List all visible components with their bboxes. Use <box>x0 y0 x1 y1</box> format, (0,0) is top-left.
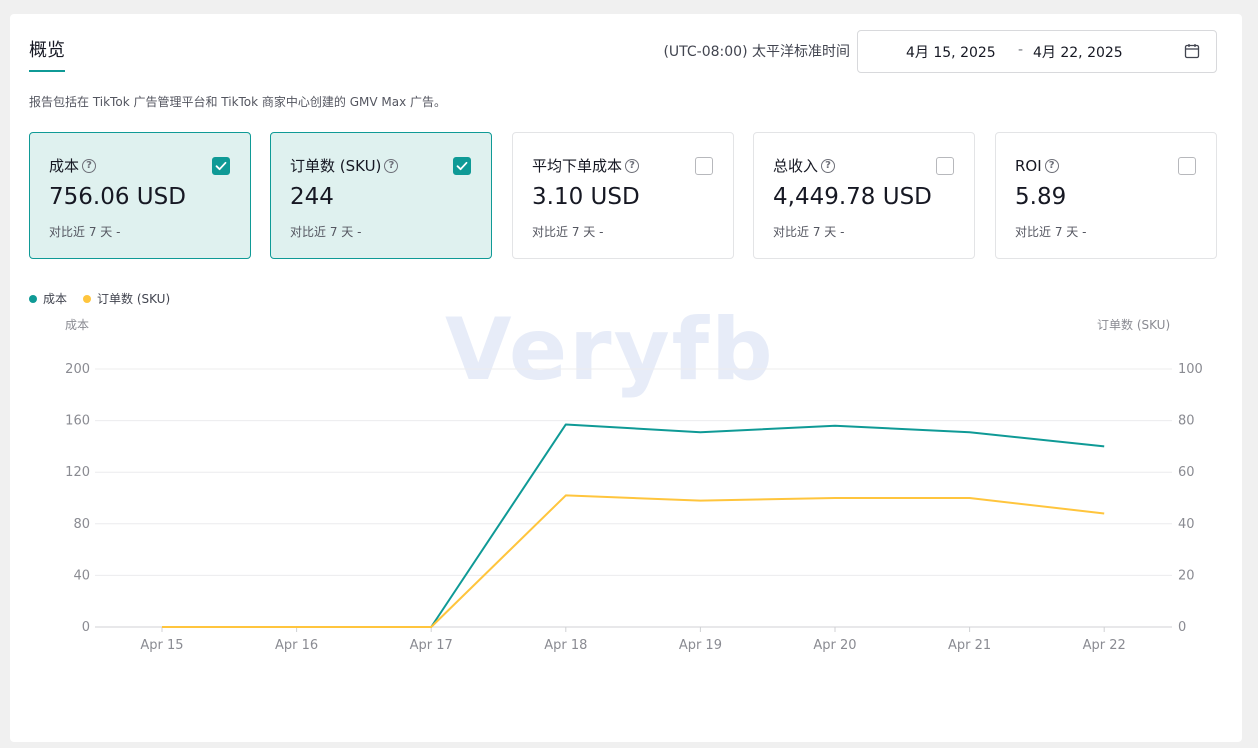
y-left-tick-label: 80 <box>73 517 90 532</box>
y-right-tick-label: 40 <box>1178 517 1195 532</box>
x-tick-label: Apr 22 <box>1083 638 1126 653</box>
y-left-tick-label: 160 <box>65 414 90 429</box>
series-line-cost <box>162 423 1105 628</box>
line-chart: 0 40 80 120 160 200 0 20 40 60 80 100 Apr 15 Apr 16 Ap… <box>65 362 1203 653</box>
x-tick-label: Apr 17 <box>410 638 453 653</box>
x-tick-label: Apr 18 <box>544 638 587 653</box>
y-right-tick-label: 100 <box>1178 362 1203 377</box>
y-left-tick-label: 0 <box>82 620 90 635</box>
y-left-tick-label: 120 <box>65 465 90 480</box>
y-right-tick-label: 60 <box>1178 465 1195 480</box>
x-tick-label: Apr 20 <box>813 638 856 653</box>
y-right-tick-label: 80 <box>1178 414 1195 429</box>
series-line-orders <box>162 494 1105 628</box>
y-right-tick-label: 20 <box>1178 568 1195 583</box>
x-tick-label: Apr 15 <box>140 638 183 653</box>
y-left-tick-label: 40 <box>73 568 90 583</box>
x-tick-label: Apr 19 <box>679 638 722 653</box>
y-right-tick-label: 0 <box>1178 620 1186 635</box>
x-tick-label: Apr 16 <box>275 638 318 653</box>
y-left-tick-label: 200 <box>65 362 90 377</box>
x-tick-label: Apr 21 <box>948 638 991 653</box>
